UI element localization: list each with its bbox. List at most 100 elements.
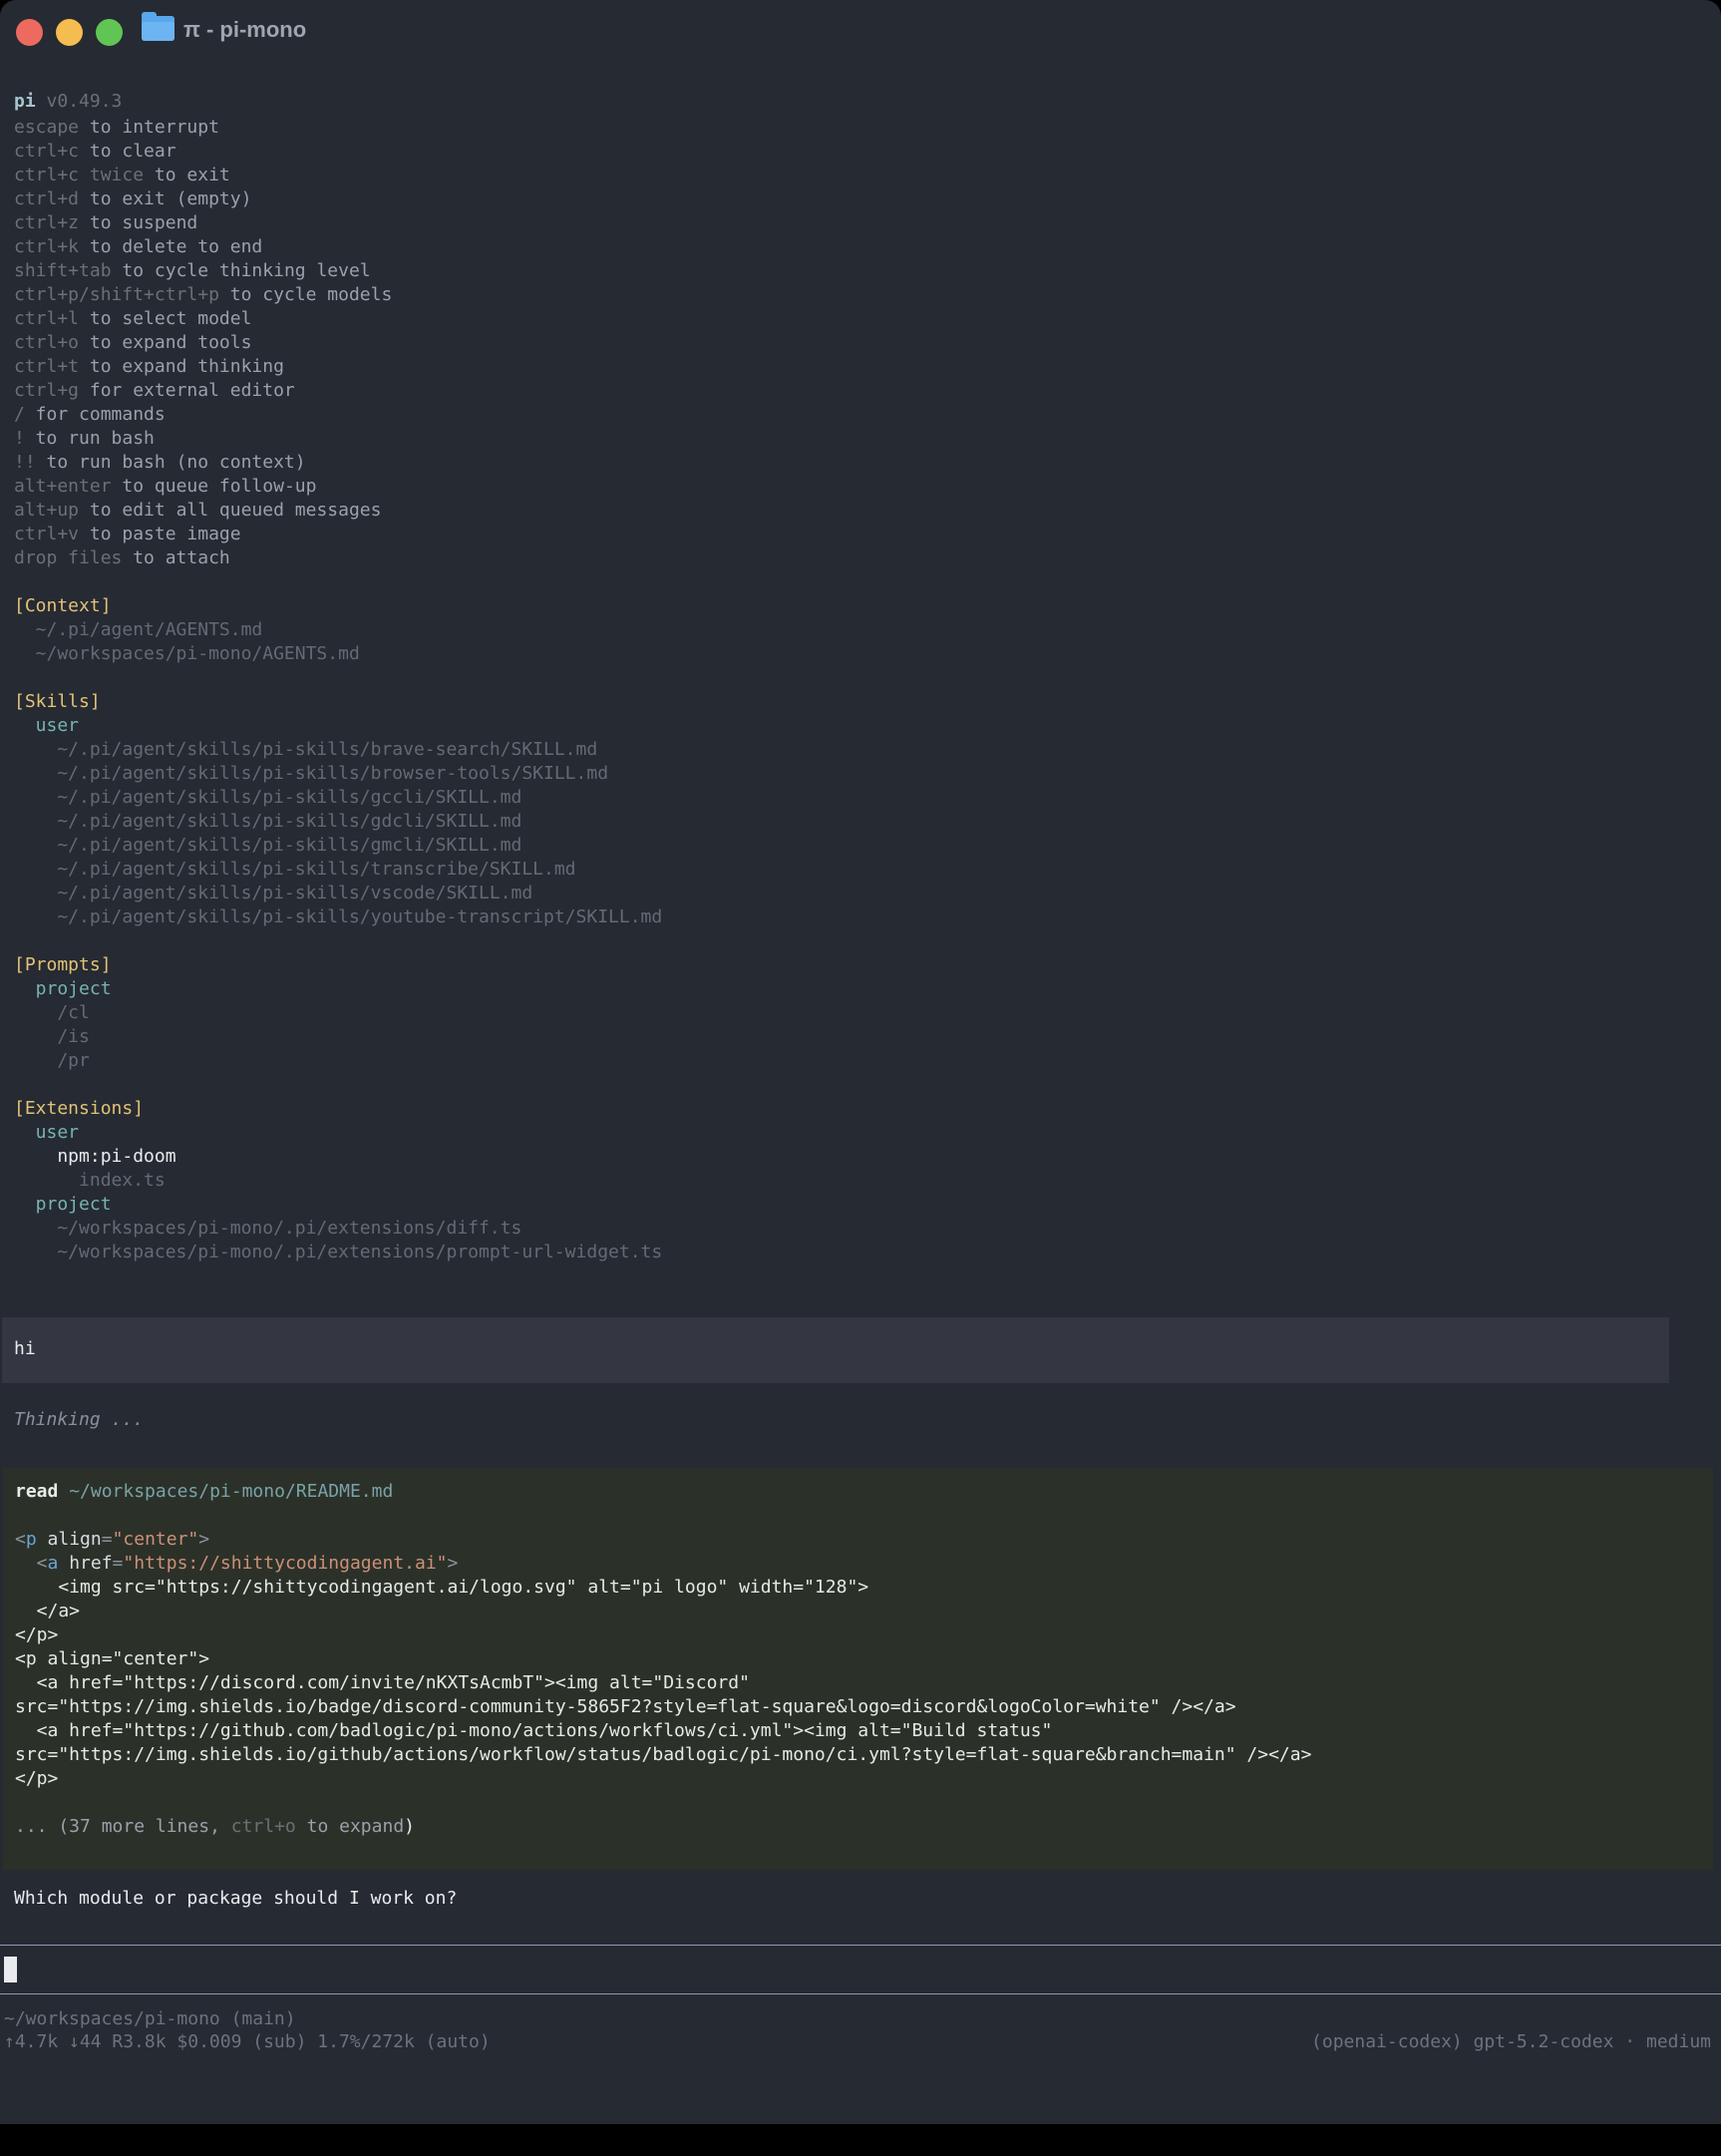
skills-section: [Skills] user ~/.pi/agent/skills/pi-skil… (14, 690, 662, 929)
text-segment: ~/.pi/agent/skills/pi-skills/browser-too… (14, 763, 608, 784)
titlebar: π - pi-mono (0, 0, 1721, 64)
text-segment: pi (14, 91, 36, 112)
text-segment: <a href="https://github.com/badlogic/pi-… (15, 1720, 1052, 1741)
status-cwd-branch: ~/workspaces/pi-mono (main) (4, 2007, 296, 2031)
text-line: shift+tab to cycle thinking level (14, 259, 392, 283)
terminal-window: π - pi-mono pi v0.49.3 escape to interru… (0, 0, 1721, 2124)
text-segment: ctrl+l (14, 308, 79, 329)
text-line: alt+up to edit all queued messages (14, 499, 392, 523)
text-segment: [Prompts] (14, 954, 112, 975)
text-segment: alt+enter (14, 476, 112, 497)
text-line: ctrl+v to paste image (14, 523, 392, 546)
text-segment: v0.49.3 (36, 91, 123, 112)
text-segment: / (14, 404, 25, 425)
text-segment: ctrl+t (14, 356, 79, 377)
text-line: drop files to attach (14, 546, 392, 570)
text-segment: npm:pi-doom (14, 1146, 176, 1167)
text-segment: to expand tools (79, 332, 251, 353)
text-line: pi v0.49.3 (14, 90, 122, 114)
text-segment: for commands (25, 404, 166, 425)
text-line: ~/.pi/agent/skills/pi-skills/brave-searc… (14, 738, 662, 762)
text-line: src="https://img.shields.io/github/actio… (15, 1743, 1713, 1767)
text-segment: ~/.pi/agent/skills/pi-skills/transcribe/… (14, 859, 576, 880)
text-line: /is (14, 1025, 112, 1049)
text-segment: /cl (14, 1002, 90, 1023)
text-segment: < (15, 1529, 26, 1550)
text-line: escape to interrupt (14, 116, 392, 140)
text-line: alt+enter to queue follow-up (14, 475, 392, 499)
text-line: /cl (14, 1001, 112, 1025)
text-line: ~/.pi/agent/skills/pi-skills/gmcli/SKILL… (14, 834, 662, 858)
text-line: !! to run bash (no context) (14, 451, 392, 475)
text-line: ! to run bash (14, 427, 392, 451)
text-line: <a href="https://github.com/badlogic/pi-… (15, 1719, 1713, 1743)
text-line: [Skills] (14, 690, 662, 714)
text-line: ctrl+p/shift+ctrl+p to cycle models (14, 283, 392, 307)
text-cursor (4, 1957, 17, 1982)
text-line: user (14, 714, 662, 738)
close-button[interactable] (16, 19, 43, 46)
text-line: /pr (14, 1049, 112, 1073)
text-segment: ctrl+c twice (14, 165, 144, 185)
text-line: ... (37 more lines, ctrl+o to expand) (15, 1815, 1713, 1839)
text-segment: ~/workspaces/pi-mono/AGENTS.md (14, 643, 360, 664)
text-segment: ~/.pi/agent/skills/pi-skills/vscode/SKIL… (14, 883, 532, 903)
text-segment: to exit (empty) (79, 188, 251, 209)
text-line: ctrl+o to expand tools (14, 331, 392, 355)
minimize-button[interactable] (56, 19, 83, 46)
prompts-section: [Prompts] project /cl /is /pr (14, 953, 112, 1073)
text-line: read ~/workspaces/pi-mono/README.md (15, 1480, 1713, 1504)
text-line: project (14, 977, 112, 1001)
text-line: </p> (15, 1623, 1713, 1647)
text-line: ctrl+l to select model (14, 307, 392, 331)
text-segment: [Extensions] (14, 1098, 144, 1119)
text-segment: [Context] (14, 595, 112, 616)
text-line: [Prompts] (14, 953, 112, 977)
text-segment: escape (14, 117, 79, 138)
user-message: hi (2, 1317, 1669, 1383)
text-segment: = (113, 1553, 124, 1574)
text-segment: ctrl+c (14, 141, 79, 162)
text-line: ~/workspaces/pi-mono/.pi/extensions/prom… (14, 1241, 662, 1264)
text-line: ~/.pi/agent/skills/pi-skills/vscode/SKIL… (14, 882, 662, 905)
text-line: ~/.pi/agent/skills/pi-skills/browser-too… (14, 762, 662, 786)
text-segment: alt+up (14, 500, 79, 521)
text-segment: ctrl+o (14, 332, 79, 353)
text-line: [Context] (14, 594, 360, 618)
extensions-section: [Extensions] user npm:pi-doom index.ts p… (14, 1097, 662, 1264)
text-segment: href (58, 1553, 112, 1574)
text-segment: a (48, 1553, 59, 1574)
prompt-input[interactable] (0, 1945, 1721, 1994)
text-segment: to interrupt (79, 117, 219, 138)
zoom-button[interactable] (96, 19, 123, 46)
tool-call-block: read ~/workspaces/pi-mono/README.md <p al… (3, 1468, 1713, 1870)
text-segment: <p align="center"> (15, 1648, 209, 1669)
text-segment: src="https://img.shields.io/badge/discor… (15, 1696, 1236, 1717)
text-segment: <img src="https://shittycodingagent.ai/l… (15, 1577, 868, 1598)
text-segment: user (14, 715, 79, 736)
text-segment: </p> (15, 1624, 58, 1645)
text-segment: ctrl+g (14, 380, 79, 401)
text-segment: align (37, 1529, 102, 1550)
text-segment: ~/.pi/agent/skills/pi-skills/gccli/SKILL… (14, 787, 521, 808)
text-segment: for external editor (79, 380, 295, 401)
screen-background (0, 2124, 1721, 2156)
text-line: ~/.pi/agent/skills/pi-skills/gdcli/SKILL… (14, 810, 662, 834)
text-line: ctrl+z to suspend (14, 211, 392, 235)
text-line (15, 1504, 1713, 1528)
window-title: π - pi-mono (183, 17, 306, 43)
text-segment: > (448, 1553, 459, 1574)
text-segment: to run bash (25, 428, 155, 449)
text-segment: read (15, 1481, 58, 1502)
text-line: ~/.pi/agent/skills/pi-skills/gccli/SKILL… (14, 786, 662, 810)
text-line: src="https://img.shields.io/badge/discor… (15, 1695, 1713, 1719)
text-segment: ~/workspaces/pi-mono/.pi/extensions/diff… (14, 1218, 521, 1239)
text-segment: to delete to end (79, 236, 262, 257)
context-section: [Context] ~/.pi/agent/AGENTS.md ~/worksp… (14, 594, 360, 666)
text-segment: ctrl+z (14, 212, 79, 233)
text-line: ctrl+g for external editor (14, 379, 392, 403)
text-segment: </a> (15, 1601, 80, 1621)
text-line: ~/workspaces/pi-mono/AGENTS.md (14, 642, 360, 666)
text-segment: ~/.pi/agent/skills/pi-skills/gmcli/SKILL… (14, 835, 521, 856)
text-line: / for commands (14, 403, 392, 427)
